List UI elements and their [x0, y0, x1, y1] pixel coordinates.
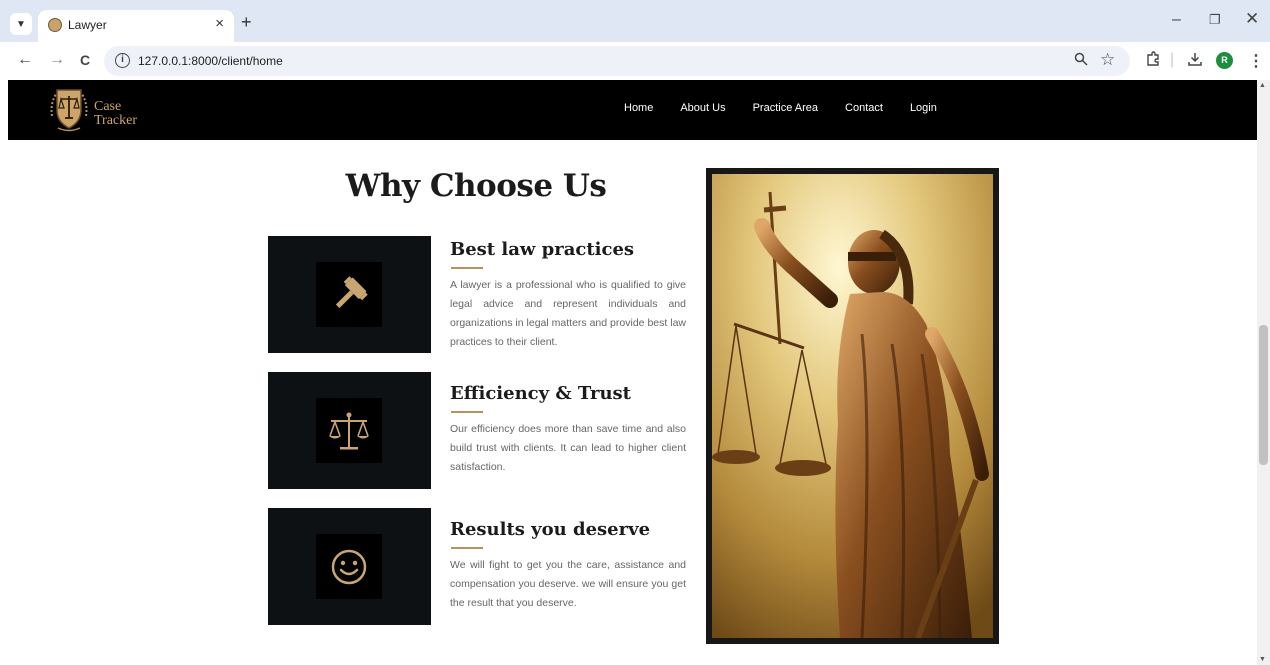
- scroll-down-icon[interactable]: ▼: [1259, 656, 1266, 663]
- tab-close-icon[interactable]: ×: [215, 15, 224, 32]
- scroll-up-icon[interactable]: ▲: [1259, 82, 1266, 89]
- nav-about-us[interactable]: About Us: [680, 102, 725, 114]
- feature-image-box: [268, 372, 431, 489]
- smiley-icon: [316, 534, 382, 599]
- menu-dots-icon[interactable]: ⋮: [1248, 51, 1264, 71]
- feature-title: Best law practices: [450, 239, 635, 260]
- site-info-icon[interactable]: i: [115, 53, 130, 68]
- feature-image-box: [268, 508, 431, 625]
- url-text[interactable]: 127.0.0.1:8000/client/home: [138, 54, 283, 68]
- site-header: Case Tracker Home About Us Practice Area…: [8, 80, 1257, 140]
- browser-toolbar: ← → C i 127.0.0.1:8000/client/home ☆ | R…: [0, 42, 1270, 80]
- brand-name-line1: Case: [94, 99, 122, 114]
- main-nav: Home About Us Practice Area Contact Logi…: [624, 102, 937, 114]
- feature-divider: [451, 547, 483, 549]
- scales-icon: [316, 398, 382, 463]
- brand-name[interactable]: Case Tracker: [94, 100, 137, 128]
- back-button[interactable]: ←: [17, 51, 33, 69]
- download-icon[interactable]: [1187, 51, 1203, 72]
- nav-home[interactable]: Home: [624, 102, 653, 114]
- toolbar-divider: |: [1170, 51, 1175, 68]
- gavel-icon: [316, 262, 382, 327]
- address-bar[interactable]: i 127.0.0.1:8000/client/home ☆: [104, 46, 1130, 76]
- feature-image-box: [268, 236, 431, 353]
- nav-practice-area[interactable]: Practice Area: [753, 102, 818, 114]
- zoom-icon[interactable]: [1074, 52, 1088, 70]
- hero-image-frame: [706, 168, 999, 644]
- feature-divider: [451, 411, 483, 413]
- feature-title: Results you deserve: [450, 519, 651, 540]
- scrollbar-thumb[interactable]: [1259, 325, 1268, 465]
- forward-button[interactable]: →: [49, 51, 65, 69]
- tab-title: Lawyer: [68, 18, 107, 32]
- extensions-icon[interactable]: [1145, 51, 1161, 72]
- browser-tab-bar: ▼ Lawyer × + – ❐ ✕: [0, 0, 1270, 42]
- tab-search-icon[interactable]: ▼: [10, 13, 32, 35]
- lady-justice-image: [712, 174, 993, 638]
- minimize-icon[interactable]: –: [1172, 11, 1181, 29]
- feature-title: Efficiency & Trust: [450, 383, 631, 404]
- reload-button[interactable]: C: [80, 52, 90, 68]
- window-close-icon[interactable]: ✕: [1245, 9, 1259, 29]
- feature-description: We will fight to get you the care, assis…: [450, 559, 686, 609]
- nav-contact[interactable]: Contact: [845, 102, 883, 114]
- page-scrollbar[interactable]: ▲ ▼: [1257, 80, 1270, 665]
- restore-icon[interactable]: ❐: [1209, 12, 1221, 28]
- bookmark-star-icon[interactable]: ☆: [1100, 50, 1115, 70]
- new-tab-button[interactable]: +: [241, 12, 252, 33]
- feature-divider: [451, 267, 483, 269]
- nav-login[interactable]: Login: [910, 102, 937, 114]
- brand-name-line2: Tracker: [94, 113, 138, 128]
- why-choose-us-section: Why Choose Us Best law practices A lawye…: [0, 140, 1257, 665]
- feature-description: Our efficiency does more than save time …: [450, 423, 686, 473]
- feature-description: A lawyer is a professional who is qualif…: [450, 279, 686, 348]
- profile-avatar[interactable]: R: [1216, 52, 1233, 69]
- section-title: Why Choose Us: [345, 168, 607, 204]
- case-tracker-logo-icon[interactable]: [44, 84, 94, 134]
- browser-tab[interactable]: Lawyer ×: [38, 10, 234, 42]
- favicon-icon: [48, 18, 62, 32]
